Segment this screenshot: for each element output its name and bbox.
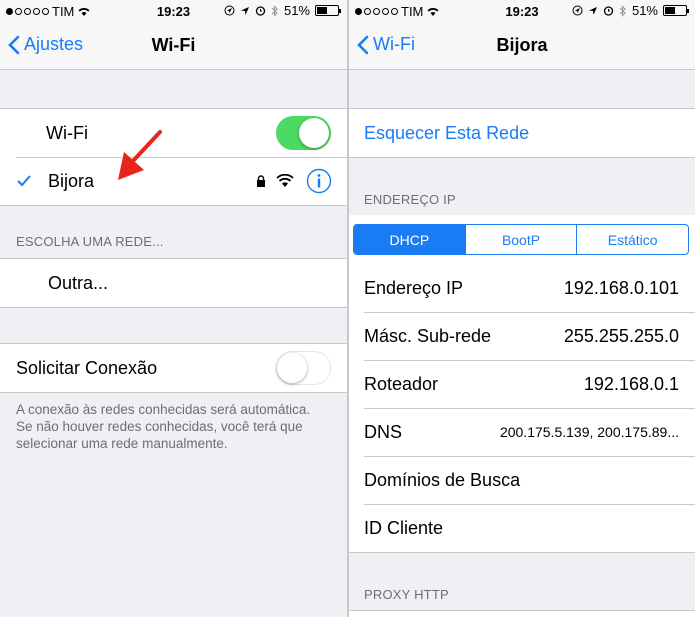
battery-icon — [315, 5, 341, 16]
location-icon — [572, 5, 583, 16]
wifi-signal-icon — [276, 174, 294, 187]
ask-to-join-toggle[interactable] — [276, 351, 331, 385]
forget-network-group: Esquecer Esta Rede — [349, 108, 695, 158]
checkmark-icon — [17, 175, 31, 187]
wifi-toggle-row: Wi-Fi — [0, 109, 347, 157]
proxy-group — [349, 610, 695, 617]
ip-detail-row[interactable]: DNS 200.175.5.139, 200.175.89... — [349, 408, 695, 456]
page-title: Wi-Fi — [151, 35, 196, 55]
other-network-row[interactable]: Outra... — [0, 259, 347, 307]
ask-to-join-row: Solicitar Conexão — [0, 344, 347, 392]
ask-to-join-label: Solicitar Conexão — [16, 357, 158, 378]
ip-config-group: DHCP BootP Estático Endereço IP 192.168.… — [349, 215, 695, 553]
ip-detail-row: Endereço IP 192.168.0.101 — [349, 264, 695, 312]
location-icon — [224, 5, 235, 16]
network-name: Bijora — [48, 170, 95, 191]
ip-detail-row[interactable]: Domínios de Busca — [349, 456, 695, 504]
router-value: 192.168.0.1 — [583, 373, 679, 394]
ip-address-value: 192.168.0.101 — [563, 277, 679, 298]
navigation-bar: Ajustes Wi-Fi — [0, 22, 347, 70]
ip-detail-row: Másc. Sub-rede 255.255.255.0 — [349, 312, 695, 360]
battery-percent: 51% — [631, 3, 658, 18]
ip-detail-row: Roteador 192.168.0.1 — [349, 360, 695, 408]
router-label: Roteador — [364, 373, 439, 394]
wifi-settings-screen: TIM 19:23 51% Ajustes Wi-Fi Wi-Fi Bijora — [0, 0, 347, 617]
location-arrow-icon — [240, 6, 249, 15]
navigation-bar: Wi-Fi Bijora — [349, 22, 695, 70]
other-network-label: Outra... — [48, 272, 109, 293]
ip-mode-segment-row: DHCP BootP Estático — [349, 215, 695, 264]
alarm-icon — [255, 6, 266, 16]
wifi-group: Wi-Fi Bijora — [0, 108, 347, 206]
battery-percent: 51% — [283, 3, 310, 18]
forget-network-button[interactable]: Esquecer Esta Rede — [364, 123, 529, 144]
page-title: Bijora — [496, 35, 548, 55]
dns-value[interactable]: 200.175.5.139, 200.175.89... — [500, 424, 679, 440]
subnet-mask-value: 255.255.255.0 — [563, 325, 679, 346]
bluetooth-icon — [271, 4, 278, 17]
status-bar: TIM 19:23 51% — [0, 0, 347, 22]
ip-address-header: ENDEREÇO IP — [364, 192, 456, 207]
ask-to-join-group: Solicitar Conexão — [0, 343, 347, 393]
lock-icon — [257, 175, 265, 187]
alarm-icon — [603, 6, 614, 16]
info-icon[interactable] — [306, 168, 332, 194]
proxy-http-header: PROXY HTTP — [364, 587, 449, 602]
ask-to-join-footer: A conexão às redes conhecidas será autom… — [16, 402, 311, 451]
location-arrow-icon — [588, 6, 597, 15]
bluetooth-icon — [619, 4, 626, 17]
ip-address-label: Endereço IP — [364, 277, 464, 298]
battery-icon — [663, 5, 689, 16]
segment-bootp[interactable]: BootP — [464, 225, 577, 254]
other-network-group: Outra... — [0, 258, 347, 308]
ip-detail-row[interactable]: ID Cliente — [349, 504, 695, 552]
dns-label: DNS — [364, 421, 403, 442]
forget-network-row[interactable]: Esquecer Esta Rede — [349, 109, 695, 157]
status-bar: TIM 19:23 51% — [349, 0, 695, 22]
search-domains-label: Domínios de Busca — [364, 469, 521, 490]
segment-dhcp[interactable]: DHCP — [354, 225, 465, 254]
red-arrow-icon — [118, 130, 162, 180]
segment-static[interactable]: Estático — [576, 225, 688, 254]
network-row-connected[interactable]: Bijora — [0, 157, 347, 205]
client-id-label: ID Cliente — [364, 517, 444, 538]
wifi-toggle[interactable] — [276, 116, 331, 150]
network-detail-screen: TIM 19:23 51% Wi-Fi Bijora Esquecer Esta… — [349, 0, 695, 617]
subnet-mask-label: Másc. Sub-rede — [364, 325, 492, 346]
choose-network-header: ESCOLHA UMA REDE... — [16, 234, 164, 249]
ip-mode-segmented-control: DHCP BootP Estático — [353, 224, 689, 255]
wifi-label: Wi-Fi — [46, 122, 88, 143]
